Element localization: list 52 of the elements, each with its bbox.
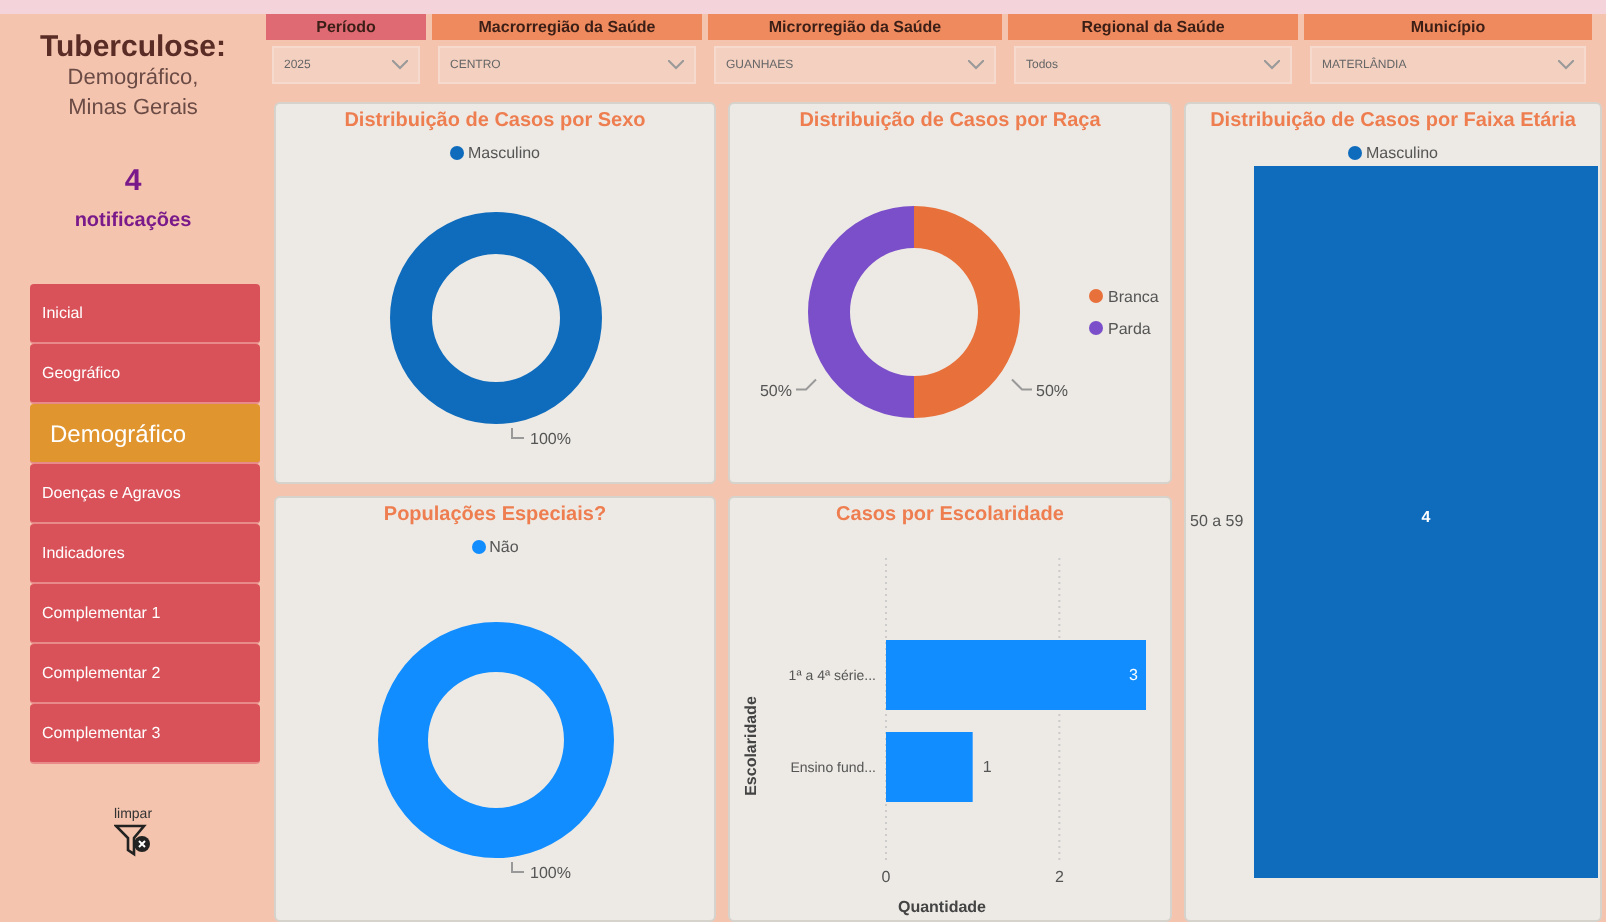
report-title: Tuberculose: [39, 30, 227, 64]
legend-label: Parda [1108, 320, 1152, 338]
data-label: 100% [529, 430, 570, 448]
value-label: 50% [1011, 378, 1069, 400]
nav-item[interactable]: Demográfico [30, 404, 260, 464]
legend-item: Parda [1089, 320, 1151, 338]
legend-item: Branca [1089, 288, 1159, 306]
value-label: 50% [759, 378, 817, 400]
chart-title: Casos por Escolaridade [836, 504, 1064, 526]
nav-item[interactable]: Indicadores [30, 524, 260, 584]
chevron-icon [968, 60, 984, 70]
bar [886, 732, 973, 802]
value-label: 100% [510, 427, 570, 448]
clear-filter-icon[interactable] [113, 822, 153, 858]
nav-item[interactable]: Geográfico [30, 344, 260, 404]
notification-count: 4 [124, 164, 142, 198]
data-label: 50% [759, 381, 792, 400]
chevron-icon [1558, 60, 1574, 70]
tick-label: 2 [1054, 868, 1064, 886]
chart-title: Distribuição de Casos por Sexo [344, 110, 646, 132]
filter-header: Regional da Saúde [1008, 14, 1298, 40]
data-label: 1 [982, 758, 992, 776]
legend-label: Branca [1108, 288, 1160, 306]
chart-title: Populações Especiais? [383, 504, 607, 526]
count-label: notificações [74, 210, 192, 232]
axis-title: Escolaridade [742, 696, 760, 796]
data-label: 3 [1129, 666, 1138, 684]
data-label: 50% [1036, 381, 1069, 400]
chevron-icon [1264, 60, 1280, 70]
category-label: 50 a 59 [1189, 512, 1243, 530]
legend-item: Masculino [1347, 144, 1438, 162]
nav-item[interactable]: Inicial [30, 284, 260, 344]
nav-item[interactable]: Complementar 3 [30, 704, 260, 764]
axis-title: Quantidade [898, 898, 986, 916]
filter-header: Macrorregião da Saúde [432, 14, 702, 40]
nav-item[interactable]: Complementar 1 [30, 584, 260, 644]
nav-item[interactable]: Complementar 2 [30, 644, 260, 704]
filter-header: Município [1304, 14, 1592, 40]
tick-label: 0 [881, 868, 891, 886]
chart-title: Distribuição de Casos por Raça [799, 110, 1101, 132]
chart-title: Distribuição de Casos por Faixa Etária [1210, 110, 1576, 132]
value-label: 100% [510, 861, 570, 882]
nav-item[interactable]: Doenças e Agravos [30, 464, 260, 524]
filter-header: Período [266, 14, 426, 40]
data-label: 4 [1420, 508, 1430, 526]
legend-item: Não [471, 538, 519, 556]
report-subtitle: Demográfico, Minas Gerais [65, 64, 201, 124]
filter-header: Microrregião da Saúde [708, 14, 1002, 40]
legend-item: Masculino [449, 144, 540, 162]
chevron-icon [392, 60, 408, 70]
data-label: 100% [529, 864, 570, 882]
chevron-icon [668, 60, 684, 70]
